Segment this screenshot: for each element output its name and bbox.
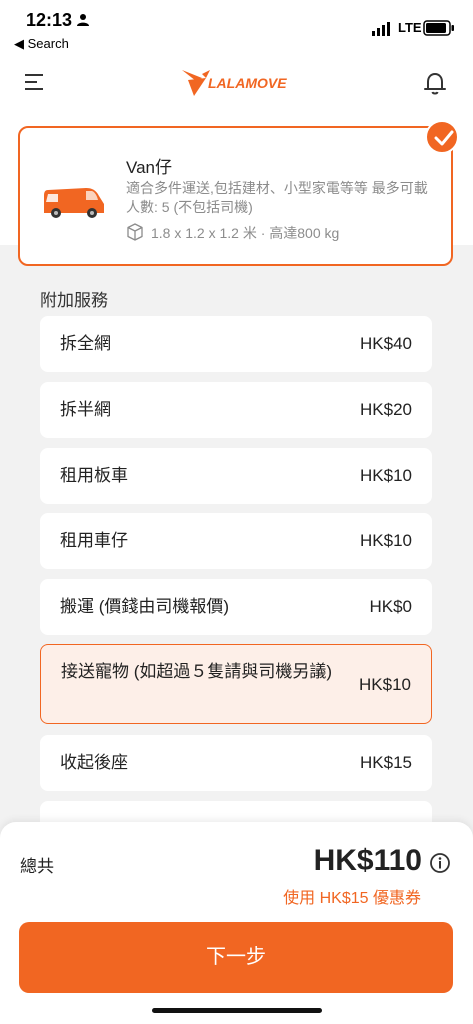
additional-services-title: 附加服務 [40, 291, 108, 310]
selected-check-icon [425, 120, 459, 154]
service-label: 收起後座 [60, 753, 128, 772]
status-time: 12:13 [26, 10, 73, 30]
lalamove-logo: LALAMOVE [182, 70, 287, 96]
service-label: 接送寵物 (如超過５隻請與司機另議) [61, 662, 333, 681]
signal-icon [372, 22, 390, 36]
info-icon[interactable] [429, 852, 451, 874]
vehicle-name: Van仔 [126, 158, 172, 177]
person-icon [77, 14, 89, 26]
service-item-moving[interactable]: 搬運 (價錢由司機報價) HK$0 [40, 579, 432, 635]
service-price: HK$20 [360, 400, 412, 419]
status-bar: 12:13 ◀ Search LTE [0, 0, 473, 56]
service-price: HK$0 [369, 597, 412, 616]
service-item-full-net[interactable]: 拆全網 HK$40 [40, 316, 432, 372]
bell-icon[interactable] [422, 70, 448, 96]
network-type: LTE [398, 20, 422, 35]
service-price: HK$10 [360, 531, 412, 550]
coupon-link[interactable]: 使用 HK$15 優惠券 [283, 884, 421, 908]
order-summary-sheet: 總共 HK$110 使用 HK$15 優惠券 下一步 [0, 822, 473, 1024]
service-price: HK$40 [360, 334, 412, 353]
vehicle-dimensions: 1.8 x 1.2 x 1.2 米 · 高達800 kg [151, 225, 340, 241]
menu-icon[interactable] [24, 72, 46, 92]
service-item-half-net[interactable]: 拆半網 HK$20 [40, 382, 432, 438]
service-item-fold-back-seat[interactable]: 收起後座 HK$15 [40, 735, 432, 791]
service-label: 租用車仔 [60, 531, 128, 550]
home-indicator [152, 1008, 322, 1013]
service-label: 拆全網 [60, 334, 111, 353]
total-label: 總共 [20, 857, 54, 876]
service-item-pet-delivery[interactable]: 接送寵物 (如超過５隻請與司機另議) HK$10 [40, 644, 432, 724]
service-label: 拆半網 [60, 400, 111, 419]
next-step-button[interactable]: 下一步 [19, 922, 453, 993]
service-item-rent-cart[interactable]: 租用車仔 HK$10 [40, 513, 432, 569]
vehicle-description: 適合多件運送,包括建材、小型家電等等 最多可載人數: 5 (不包括司機) [126, 180, 428, 215]
service-price: HK$10 [360, 466, 412, 485]
van-image [44, 188, 104, 218]
service-price: HK$10 [359, 675, 411, 694]
vehicle-card[interactable]: Van仔 適合多件運送,包括建材、小型家電等等 最多可載人數: 5 (不包括司機… [18, 126, 453, 266]
service-label: 租用板車 [60, 466, 128, 485]
service-item-rent-trolley[interactable]: 租用板車 HK$10 [40, 448, 432, 504]
logo-text: LALAMOVE [208, 75, 287, 91]
battery-icon [423, 20, 454, 36]
back-to-search-link[interactable]: ◀ Search [14, 36, 69, 52]
total-amount: HK$110 [313, 844, 422, 877]
service-price: HK$15 [360, 753, 412, 772]
service-label: 搬運 (價錢由司機報價) [60, 597, 230, 616]
box-icon [127, 223, 143, 241]
